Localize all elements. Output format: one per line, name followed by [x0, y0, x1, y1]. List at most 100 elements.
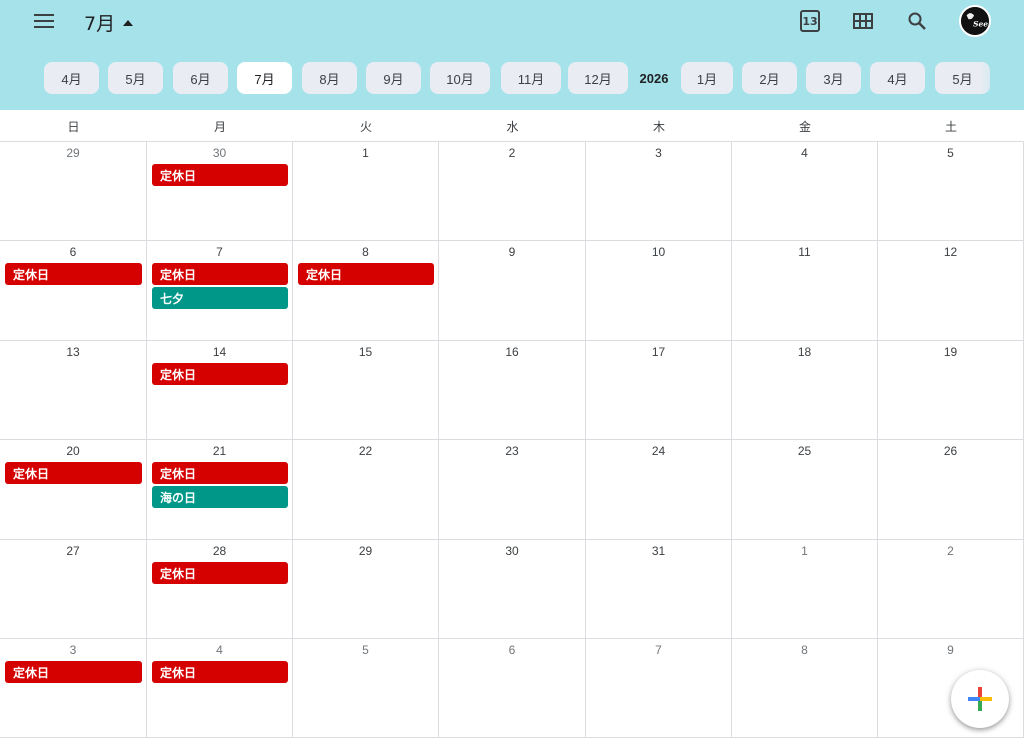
day-number: 26 [943, 444, 958, 458]
day-cell[interactable]: 12 [878, 241, 1024, 341]
day-cell[interactable]: 24 [586, 440, 732, 540]
day-number: 29 [358, 544, 373, 558]
event-chip[interactable]: 定休日 [152, 562, 288, 584]
day-number: 9 [947, 643, 954, 657]
day-cell[interactable]: 22 [293, 440, 439, 540]
today-date-label: 13 [802, 14, 818, 28]
event-chip[interactable]: 七夕 [152, 287, 288, 309]
day-number: 5 [947, 146, 954, 160]
event-chip[interactable]: 定休日 [152, 164, 288, 186]
day-number: 15 [358, 345, 373, 359]
account-avatar[interactable]: See [959, 5, 991, 37]
month-chip[interactable]: 4月 [44, 62, 99, 94]
day-cell[interactable]: 15 [293, 341, 439, 440]
event-chip[interactable]: 定休日 [298, 263, 434, 285]
day-cell[interactable]: 4 [732, 142, 878, 241]
event-chip[interactable]: 定休日 [5, 462, 142, 484]
month-chip[interactable]: 10月 [430, 62, 490, 94]
page-title: 7月 [84, 13, 116, 35]
month-chip[interactable]: 9月 [366, 62, 421, 94]
main-menu-button[interactable] [24, 4, 64, 38]
event-chip[interactable]: 海の日 [152, 486, 288, 508]
event-chip[interactable]: 定休日 [5, 263, 142, 285]
day-cell[interactable]: 29 [293, 540, 439, 639]
month-chip[interactable]: 7月 [237, 62, 292, 94]
event-chip[interactable]: 定休日 [152, 462, 288, 484]
month-chip[interactable]: 8月 [302, 62, 357, 94]
event-chip[interactable]: 定休日 [5, 661, 142, 683]
multicolor-plus-icon [968, 687, 992, 711]
day-number: 6 [69, 245, 77, 259]
day-cell[interactable]: 7 [586, 639, 732, 738]
day-number: 30 [212, 146, 227, 160]
create-event-button[interactable] [951, 670, 1009, 728]
day-cell[interactable]: 8 [732, 639, 878, 738]
day-cell[interactable]: 29 [0, 142, 147, 241]
day-cell[interactable]: 16 [439, 341, 586, 440]
day-cell[interactable]: 9 [439, 241, 586, 341]
weekday-label: 水 [506, 119, 519, 134]
day-cell[interactable]: 30 [439, 540, 586, 639]
day-cell[interactable]: 23 [439, 440, 586, 540]
day-cell[interactable]: 7 定休日 七夕 [147, 241, 293, 341]
day-cell[interactable]: 19 [878, 341, 1024, 440]
day-cell[interactable]: 5 [878, 142, 1024, 241]
month-chip[interactable]: 12月 [568, 62, 628, 94]
day-cell[interactable]: 13 [0, 341, 147, 440]
month-chip[interactable]: 6月 [173, 62, 228, 94]
day-cell[interactable]: 6 [439, 639, 586, 738]
event-chip[interactable]: 定休日 [152, 263, 288, 285]
day-cell[interactable]: 4 定休日 [147, 639, 293, 738]
view-switch-button[interactable] [848, 4, 878, 38]
day-cell[interactable]: 30 定休日 [147, 142, 293, 241]
day-number: 25 [797, 444, 812, 458]
day-number: 24 [651, 444, 666, 458]
weekday-label: 月 [213, 119, 226, 134]
weekday-label: 日 [67, 119, 80, 134]
day-cell[interactable]: 1 [293, 142, 439, 241]
day-cell[interactable]: 5 [293, 639, 439, 738]
search-button[interactable] [902, 4, 932, 38]
day-cell[interactable]: 6 定休日 [0, 241, 147, 341]
day-cell[interactable]: 20 定休日 [0, 440, 147, 540]
month-grid-icon [853, 13, 873, 29]
day-cell[interactable]: 18 [732, 341, 878, 440]
day-number: 3 [655, 146, 662, 160]
day-cell[interactable]: 10 [586, 241, 732, 341]
weekday-header: 日月火水木金土 [0, 110, 1024, 142]
day-number: 22 [358, 444, 373, 458]
day-number: 3 [69, 643, 77, 657]
day-cell[interactable]: 1 [732, 540, 878, 639]
day-cell[interactable]: 25 [732, 440, 878, 540]
day-number: 4 [216, 643, 223, 657]
month-chip[interactable]: 4月 [870, 62, 925, 94]
day-cell[interactable]: 2 [878, 540, 1024, 639]
day-cell[interactable]: 8 定休日 [293, 241, 439, 341]
day-cell[interactable]: 3 定休日 [0, 639, 147, 738]
day-cell[interactable]: 26 [878, 440, 1024, 540]
month-chip[interactable]: 5月 [108, 62, 163, 94]
day-cell[interactable]: 14 定休日 [147, 341, 293, 440]
caret-up-icon [123, 19, 134, 26]
day-number: 1 [362, 146, 369, 160]
event-chip[interactable]: 定休日 [152, 661, 288, 683]
day-number: 29 [66, 146, 80, 160]
event-chip[interactable]: 定休日 [152, 363, 288, 385]
day-cell[interactable]: 28 定休日 [147, 540, 293, 639]
month-chip[interactable]: 3月 [806, 62, 861, 94]
month-title-button[interactable]: 7月 [84, 9, 134, 36]
day-cell[interactable]: 11 [732, 241, 878, 341]
weekday-label: 木 [652, 119, 665, 134]
month-chip[interactable]: 11月 [501, 62, 561, 94]
day-cell[interactable]: 31 [586, 540, 732, 639]
day-cell[interactable]: 2 [439, 142, 586, 241]
day-cell[interactable]: 3 [586, 142, 732, 241]
today-button[interactable]: 13 [795, 4, 825, 38]
day-number: 12 [943, 245, 958, 259]
month-chip[interactable]: 2月 [742, 62, 797, 94]
month-grid: 29 30 定休日 1 2 3 4 5 6 定休日 7 定休日 七夕 8 定休日 9 10 11 12 13 14 定休日… [0, 142, 1024, 744]
day-cell[interactable]: 27 [0, 540, 147, 639]
day-cell[interactable]: 21 定休日 海の日 [147, 440, 293, 540]
month-chip[interactable]: 1月 [681, 62, 733, 94]
day-cell[interactable]: 17 [586, 341, 732, 440]
